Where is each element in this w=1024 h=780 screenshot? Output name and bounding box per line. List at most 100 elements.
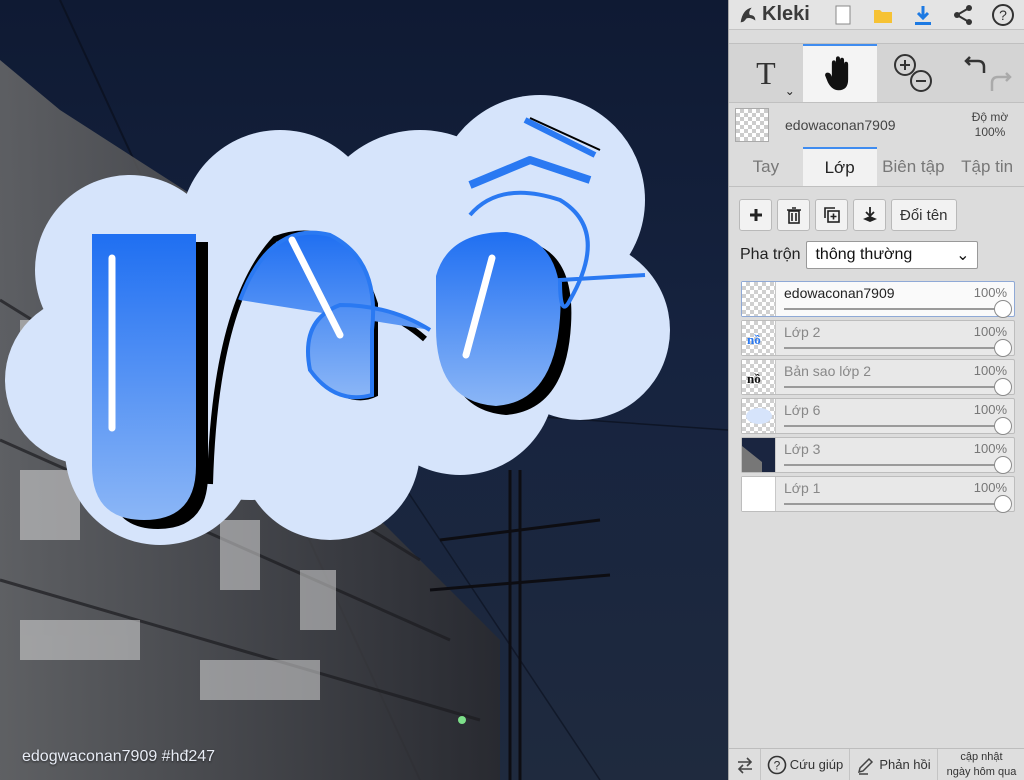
layer-name: edowaconan7909 <box>784 285 895 301</box>
pencil-icon <box>858 757 874 775</box>
opacity-label: Độ mờ <box>971 110 1009 124</box>
opacity-slider-track[interactable] <box>784 425 1002 427</box>
current-layer-name: edowaconan7909 <box>785 117 896 133</box>
svg-text:nồ: nồ <box>747 332 761 347</box>
opacity-value: 100% <box>974 125 1006 139</box>
blend-mode-value: thông thường <box>815 246 913 263</box>
layer-list: edowaconan7909 100% nồ Lớp 2 100% nồ Bản… <box>729 269 1024 513</box>
layer-thumbnail: nồ <box>742 321 776 355</box>
hand-tool-button[interactable] <box>802 44 877 102</box>
feedback-label: Phản hồi <box>879 757 931 772</box>
layer-name: Lớp 2 <box>784 324 821 340</box>
undo-redo-button[interactable] <box>950 44 1024 102</box>
help-label: Cứu giúp <box>789 757 844 772</box>
chevron-down-icon[interactable]: ⌄ <box>785 84 795 98</box>
opacity-slider-handle[interactable] <box>994 378 1012 396</box>
blend-mode-label: Pha trộn <box>740 246 801 263</box>
update-line-2: ngày hôm qua <box>946 766 1017 778</box>
layer-thumbnail <box>742 282 776 316</box>
opacity-slider-track[interactable] <box>784 347 1002 349</box>
svg-text:?: ? <box>999 7 1007 23</box>
delete-layer-button[interactable] <box>777 199 810 231</box>
layer-thumbnail: nồ <box>742 360 776 394</box>
update-info[interactable]: cập nhật ngày hôm qua <box>938 749 1024 780</box>
layer-name: Lớp 6 <box>784 402 821 418</box>
opacity-display[interactable]: Độ mờ 100% <box>962 110 1018 140</box>
layer-name: Lớp 1 <box>784 480 821 496</box>
blend-mode-select[interactable]: thông thường ⌄ <box>806 241 979 269</box>
panel-tabs: Tay Lớp Biên tập Tập tin <box>729 147 1024 187</box>
tab-edit[interactable]: Biên tập <box>877 147 951 186</box>
svg-text:nồ: nồ <box>747 371 761 386</box>
opacity-slider-track[interactable] <box>784 386 1002 388</box>
help-icon[interactable]: ? <box>983 0 1023 30</box>
tab-layers[interactable]: Lớp <box>802 147 877 186</box>
opacity-slider-handle[interactable] <box>994 417 1012 435</box>
layer-item[interactable]: nồ Bản sao lớp 2 100% <box>741 359 1015 396</box>
feedback-button[interactable]: Phản hồi <box>850 748 938 780</box>
trash-icon <box>786 207 801 224</box>
text-tool-button[interactable]: T ⌄ <box>729 44 803 102</box>
layer-item[interactable]: Lớp 1 100% <box>741 476 1015 513</box>
duplicate-layer-button[interactable] <box>815 199 848 231</box>
opacity-slider-handle[interactable] <box>994 495 1012 513</box>
layer-opacity: 100% <box>973 324 1007 339</box>
tool-row: T ⌄ <box>729 43 1024 103</box>
side-panel: Kleki ? T ⌄ edowaconan7909 Độ mờ 100% Ta… <box>728 0 1024 780</box>
kleki-logo[interactable]: Kleki <box>737 3 823 26</box>
opacity-slider-handle[interactable] <box>994 300 1012 318</box>
add-layer-button[interactable] <box>739 199 772 231</box>
zoom-icon <box>894 54 933 92</box>
layer-name: Lớp 3 <box>784 441 821 457</box>
duplicate-icon <box>823 207 840 223</box>
hand-tool-icon <box>824 56 848 91</box>
merge-layer-button[interactable] <box>853 199 886 231</box>
tab-hand[interactable]: Tay <box>729 147 803 186</box>
layer-item[interactable]: Lớp 6 100% <box>741 398 1015 435</box>
kleki-logo-icon <box>740 7 756 22</box>
swap-side-button[interactable] <box>729 748 761 780</box>
new-file-icon[interactable] <box>823 0 863 30</box>
tab-file[interactable]: Tập tin <box>950 147 1024 186</box>
layer-name: Bản sao lớp 2 <box>784 363 872 379</box>
help-icon: ? <box>767 755 787 774</box>
download-icon[interactable] <box>903 0 943 30</box>
chevron-down-icon: ⌄ <box>956 247 970 264</box>
bottom-bar: ? Cứu giúp Phản hồi cập nhật ngày hôm qu… <box>729 748 1024 780</box>
layer-opacity: 100% <box>973 402 1007 417</box>
update-line-1: cập nhật <box>960 751 1003 763</box>
layer-thumbnail <box>742 438 776 472</box>
layer-item[interactable]: edowaconan7909 100% <box>741 281 1015 318</box>
layer-item[interactable]: nồ Lớp 2 100% <box>741 320 1015 357</box>
layer-item[interactable]: Lớp 3 100% <box>741 437 1015 474</box>
open-folder-icon[interactable] <box>863 0 903 30</box>
blend-mode-row: Pha trộn thông thường ⌄ <box>729 231 1024 269</box>
opacity-slider-track[interactable] <box>784 503 1002 505</box>
layer-opacity: 100% <box>973 285 1007 300</box>
plus-icon <box>749 209 762 221</box>
layer-opacity: 100% <box>973 480 1007 495</box>
share-icon[interactable] <box>943 0 983 30</box>
undo-redo-icon <box>964 56 1012 91</box>
opacity-slider-handle[interactable] <box>994 456 1012 474</box>
canvas-artwork <box>0 0 728 780</box>
merge-down-icon <box>862 207 877 222</box>
top-bar: Kleki ? <box>729 0 1024 30</box>
help-button[interactable]: ? Cứu giúp <box>761 748 850 780</box>
rename-layer-button[interactable]: Đổi tên <box>891 199 957 231</box>
swap-arrows-icon <box>737 756 752 774</box>
svg-text:?: ? <box>773 758 780 772</box>
layer-thumbnail <box>742 477 776 511</box>
opacity-slider-track[interactable] <box>784 308 1002 310</box>
current-layer-info: edowaconan7909 Độ mờ 100% <box>729 103 1024 147</box>
canvas-watermark-text: edogwaconan7909 #hđ247 <box>22 748 216 765</box>
app-name: Kleki <box>762 3 810 25</box>
layer-actions: Đổi tên <box>729 187 1024 231</box>
zoom-button[interactable] <box>877 44 951 102</box>
opacity-slider-handle[interactable] <box>994 339 1012 357</box>
opacity-slider-track[interactable] <box>784 464 1002 466</box>
layer-opacity: 100% <box>973 363 1007 378</box>
text-tool-icon: T <box>756 54 776 91</box>
layer-opacity: 100% <box>973 441 1007 456</box>
drawing-canvas[interactable]: edogwaconan7909 #hđ247 <box>0 0 728 780</box>
